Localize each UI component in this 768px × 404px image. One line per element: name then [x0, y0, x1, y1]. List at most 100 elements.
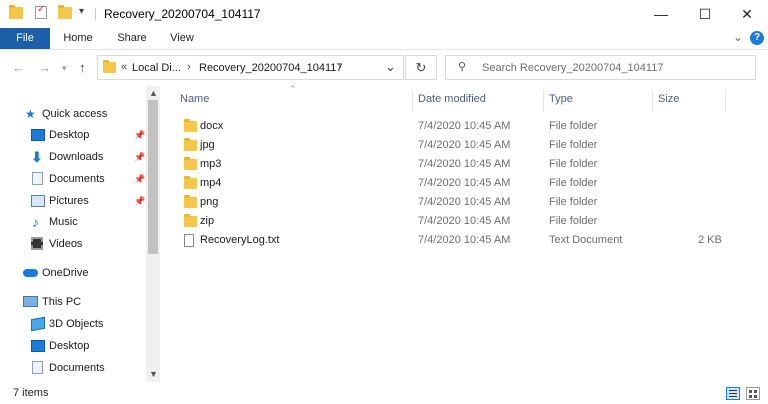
sidebar-item-videos[interactable]: Videos — [0, 234, 146, 254]
back-arrow-icon[interactable]: ← — [12, 60, 25, 75]
forward-arrow-icon[interactable]: → — [38, 60, 51, 75]
large-icons-view-icon[interactable] — [746, 387, 760, 400]
sidebar-item-pc-desktop[interactable]: Desktop — [0, 336, 146, 356]
file-type: File folder — [549, 158, 598, 170]
column-header-type[interactable]: Type — [549, 93, 573, 105]
column-header-date[interactable]: Date modified — [418, 93, 486, 105]
column-divider[interactable] — [652, 90, 653, 112]
tab-share[interactable]: Share — [110, 28, 154, 49]
3d-objects-icon — [31, 316, 45, 332]
folder-icon — [184, 138, 197, 151]
close-button[interactable]: ✕ — [724, 0, 768, 28]
file-name: mp4 — [200, 177, 222, 189]
file-name: png — [200, 196, 219, 208]
scroll-down-icon[interactable]: ▼ — [149, 369, 158, 379]
tab-home[interactable]: Home — [56, 28, 100, 49]
new-folder-icon[interactable] — [58, 5, 72, 19]
sidebar-item-pictures[interactable]: Pictures 📌 — [0, 191, 146, 211]
pictures-icon — [31, 195, 45, 207]
documents-icon — [32, 172, 43, 185]
tab-file[interactable]: File — [0, 28, 50, 49]
pin-icon: 📌 — [134, 174, 146, 184]
sidebar-item-label: Desktop — [49, 129, 90, 141]
list-item[interactable]: zip 7/4/2020 10:45 AM File folder — [170, 212, 730, 231]
sidebar-item-label: This PC — [42, 296, 82, 308]
sidebar-item-pc-documents[interactable]: Documents — [0, 358, 146, 378]
refresh-button[interactable]: ↻ — [405, 55, 437, 80]
scrollbar-thumb[interactable] — [148, 100, 158, 254]
sidebar-item-label: Pictures — [49, 195, 89, 207]
sidebar-item-label: Documents — [49, 362, 105, 374]
ribbon-tabs: File Home Share View ⌄ ? — [0, 28, 768, 50]
pin-icon: 📌 — [134, 196, 146, 206]
minimize-button[interactable]: — — [638, 0, 684, 28]
sidebar-item-music[interactable]: ♪ Music — [0, 212, 146, 232]
pin-icon: 📌 — [134, 152, 146, 162]
breadcrumb-local-disk[interactable]: Local Di... — [132, 62, 181, 74]
help-icon[interactable]: ? — [750, 31, 764, 45]
sidebar-item-documents[interactable]: Documents 📌 — [0, 169, 146, 189]
sidebar-item-downloads[interactable]: ⬇ Downloads 📌 — [0, 147, 146, 167]
sidebar-item-3d-objects[interactable]: 3D Objects — [0, 314, 146, 334]
breadcrumb-current[interactable]: Recovery_20200704_104117 — [199, 62, 343, 74]
folder-icon — [103, 60, 116, 73]
sidebar-item-label: Videos — [49, 238, 83, 250]
list-item[interactable]: mp4 7/4/2020 10:45 AM File folder — [170, 174, 730, 193]
expand-ribbon-icon[interactable]: ⌄ — [733, 30, 743, 44]
divider — [95, 8, 96, 20]
file-name: zip — [200, 215, 215, 227]
file-type: File folder — [549, 139, 598, 151]
column-divider[interactable] — [543, 90, 544, 112]
sort-indicator-icon: ⌃ — [289, 84, 297, 94]
recent-locations-icon[interactable]: ▾ — [62, 63, 67, 74]
list-item[interactable]: RecoveryLog.txt 7/4/2020 10:45 AM Text D… — [170, 231, 730, 250]
up-arrow-icon[interactable]: ↑ — [79, 60, 86, 75]
tab-view[interactable]: View — [162, 28, 202, 49]
search-box[interactable]: ⚲ Search Recovery_20200704_104117 — [445, 55, 756, 80]
address-dropdown-icon[interactable]: ⌄ — [385, 59, 396, 75]
file-type: File folder — [549, 215, 598, 227]
sidebar-item-quick-access[interactable]: ★ Quick access — [0, 104, 146, 124]
column-header-size[interactable]: Size — [658, 93, 679, 105]
list-item[interactable]: png 7/4/2020 10:45 AM File folder — [170, 193, 730, 212]
file-date: 7/4/2020 10:45 AM — [418, 196, 511, 208]
folder-icon — [184, 119, 197, 132]
list-item[interactable]: jpg 7/4/2020 10:45 AM File folder — [170, 136, 730, 155]
file-date: 7/4/2020 10:45 AM — [418, 139, 511, 151]
status-bar: 7 items — [0, 382, 768, 404]
star-icon: ★ — [25, 107, 36, 121]
scroll-up-icon[interactable]: ▲ — [149, 88, 158, 98]
folder-icon — [184, 157, 197, 170]
column-header-name[interactable]: Name — [180, 93, 209, 105]
desktop-icon — [31, 129, 45, 141]
breadcrumb-separator[interactable]: › — [187, 61, 191, 73]
folder-icon — [9, 5, 23, 19]
folder-icon — [184, 214, 197, 227]
file-type: Text Document — [549, 234, 623, 246]
search-input[interactable]: Search Recovery_20200704_104117 — [482, 62, 663, 74]
sidebar-item-onedrive[interactable]: OneDrive — [0, 263, 146, 283]
item-count: 7 items — [13, 387, 49, 399]
folder-icon — [184, 195, 197, 208]
file-name: mp3 — [200, 158, 222, 170]
list-item[interactable]: mp3 7/4/2020 10:45 AM File folder — [170, 155, 730, 174]
sidebar-item-desktop[interactable]: Desktop 📌 — [0, 125, 146, 145]
computer-icon — [23, 296, 38, 307]
list-item[interactable]: docx 7/4/2020 10:45 AM File folder — [170, 117, 730, 136]
column-divider[interactable] — [725, 90, 726, 112]
sidebar-item-label: OneDrive — [42, 267, 89, 279]
address-bar[interactable]: « Local Di... › Recovery_20200704_104117… — [97, 55, 404, 80]
details-view-icon[interactable] — [726, 387, 740, 400]
file-date: 7/4/2020 10:45 AM — [418, 158, 511, 170]
videos-icon — [31, 237, 43, 250]
breadcrumb-separator[interactable]: › — [338, 61, 342, 73]
maximize-button[interactable]: ☐ — [682, 0, 728, 28]
column-divider[interactable] — [412, 90, 413, 112]
file-date: 7/4/2020 10:45 AM — [418, 120, 511, 132]
file-date: 7/4/2020 10:45 AM — [418, 177, 511, 189]
customize-toolbar-icon[interactable]: ▾ — [79, 6, 84, 17]
sidebar-item-this-pc[interactable]: This PC — [0, 292, 146, 312]
navigation-bar: ← → ▾ ↑ « Local Di... › Recovery_2020070… — [0, 50, 768, 86]
properties-icon[interactable]: ✓ — [35, 4, 47, 19]
breadcrumb-overflow[interactable]: « — [121, 61, 127, 73]
